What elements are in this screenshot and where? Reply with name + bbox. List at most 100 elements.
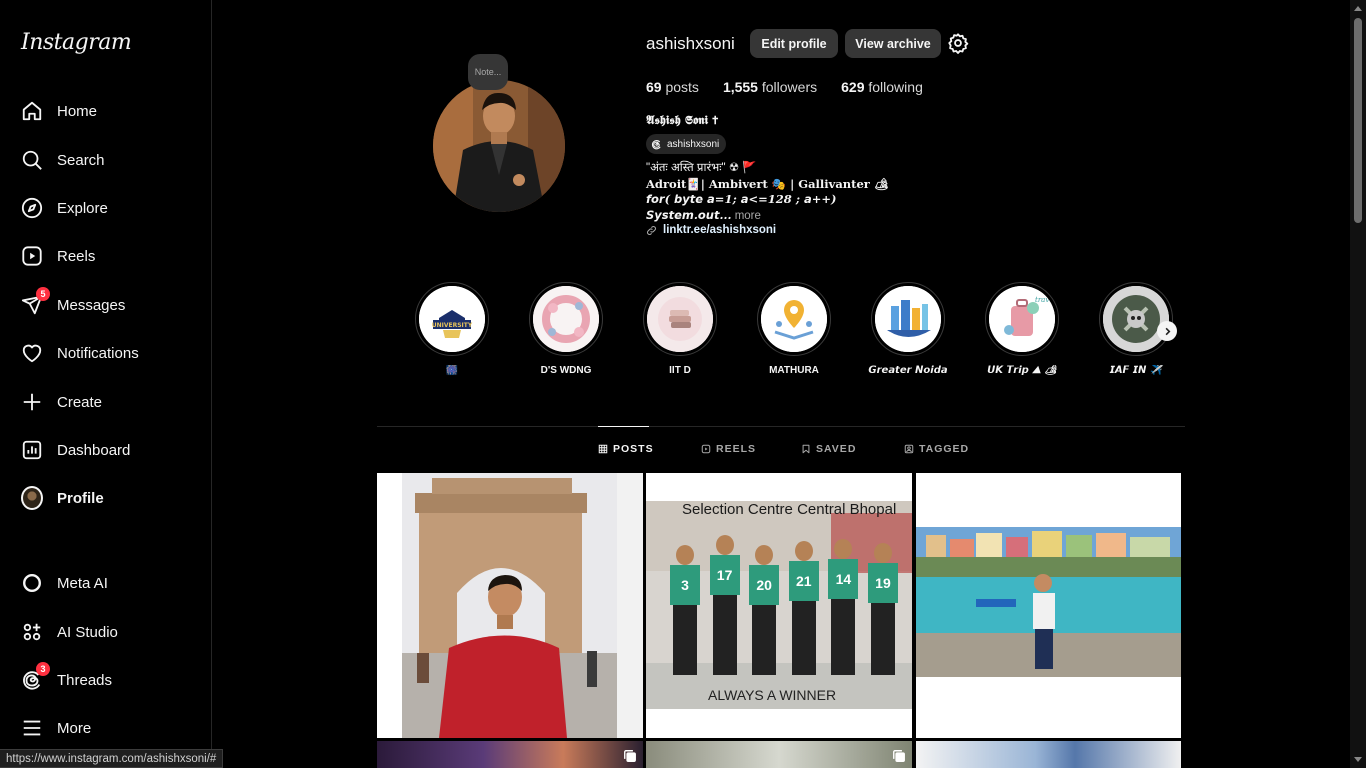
dashboard-icon bbox=[21, 439, 43, 461]
bio-line: Adroit🃏| Ambivert 🎭 | Gallivanter 🏕 bbox=[646, 176, 889, 191]
sidebar-item-label: Home bbox=[57, 102, 98, 120]
highlight-label: 𝙂𝙧𝙚𝙖𝙩𝙚𝙧 𝙉𝙤𝙞𝙙𝙖 bbox=[868, 365, 948, 376]
carousel-icon bbox=[624, 750, 636, 762]
sidebar-item-messages[interactable]: 5 Messages bbox=[10, 283, 200, 327]
post-thumbnail[interactable] bbox=[377, 473, 643, 738]
tab-label: SAVED bbox=[816, 443, 857, 455]
following-count: 629 bbox=[841, 79, 865, 95]
sidebar-item-meta-ai[interactable]: Meta AI bbox=[10, 561, 200, 605]
sidebar-item-home[interactable]: Home bbox=[10, 89, 200, 133]
threads-icon bbox=[651, 139, 661, 149]
bio-line-text: 𝙎𝙮𝙨𝙩𝙚𝙢.𝙤𝙪𝙩... bbox=[646, 208, 732, 223]
highlight-label: IIT D bbox=[669, 365, 691, 376]
cadet-number: 21 bbox=[788, 561, 819, 601]
highlights-next-button[interactable] bbox=[1157, 321, 1177, 341]
bio-more-link[interactable]: more bbox=[732, 210, 761, 222]
cadet-number: 20 bbox=[749, 565, 780, 605]
cadet-number: 3 bbox=[670, 565, 700, 605]
sidebar-item-label: Explore bbox=[57, 199, 108, 217]
sidebar-item-reels[interactable]: Reels bbox=[10, 234, 200, 278]
tab-label: TAGGED bbox=[919, 443, 970, 455]
tab-label: REELS bbox=[716, 443, 757, 455]
followers-stat[interactable]: 1,555 followers bbox=[723, 79, 817, 95]
meta-ai-icon bbox=[21, 572, 43, 594]
sidebar-item-more[interactable]: More bbox=[10, 706, 200, 750]
sidebar-item-search[interactable]: Search bbox=[10, 138, 200, 182]
threads-badge[interactable]: ashishxsoni bbox=[646, 134, 727, 154]
story-highlight[interactable]: 𝙂𝙧𝙚𝙖𝙩𝙚𝙧 𝙉𝙤𝙞𝙙𝙖 bbox=[868, 282, 948, 376]
profile-link-text: linktr.ee/ashishxsoni bbox=[663, 224, 777, 236]
settings-gear-icon[interactable] bbox=[947, 32, 969, 54]
story-highlight[interactable]: IIT D bbox=[643, 282, 717, 376]
sidebar-item-profile[interactable]: Profile bbox=[10, 476, 200, 520]
sidebar-item-create[interactable]: Create bbox=[10, 380, 200, 424]
profile-stats: 69 posts 1,555 followers 629 following bbox=[646, 79, 923, 95]
post-thumbnail[interactable] bbox=[916, 741, 1181, 768]
unread-badge: 5 bbox=[36, 287, 50, 301]
chevron-right-icon bbox=[1165, 327, 1170, 335]
grid-icon bbox=[598, 444, 608, 454]
highlight-label: 𝙄𝘼𝙁 𝙄𝙉 ✈️ bbox=[1109, 365, 1163, 376]
sidebar-item-dashboard[interactable]: Dashboard bbox=[10, 428, 200, 472]
following-label: following bbox=[864, 79, 923, 95]
page-scrollbar[interactable] bbox=[1350, 0, 1366, 768]
search-icon bbox=[21, 149, 43, 171]
ai-studio-icon bbox=[21, 621, 43, 643]
profile-link[interactable]: linktr.ee/ashishxsoni bbox=[646, 224, 776, 236]
carousel-icon bbox=[893, 750, 905, 762]
bio-line: 𝙎𝙮𝙨𝙩𝙚𝙢.𝙤𝙪𝙩... more bbox=[646, 208, 888, 225]
sidebar-item-label: Meta AI bbox=[57, 574, 108, 592]
threads-icon: 3 bbox=[21, 662, 50, 691]
scroll-up-arrow[interactable] bbox=[1354, 6, 1362, 11]
instagram-logo[interactable]: Instagram bbox=[21, 30, 132, 55]
home-icon bbox=[21, 100, 43, 122]
sidebar: Instagram Home Search Explore Reels 5 Me… bbox=[0, 0, 212, 768]
tagged-icon bbox=[904, 444, 914, 454]
posts-stat: 69 posts bbox=[646, 79, 699, 95]
threads-handle: ashishxsoni bbox=[667, 138, 720, 150]
view-archive-button[interactable]: View archive bbox=[845, 29, 941, 58]
compass-icon bbox=[21, 197, 43, 219]
post-thumbnail[interactable] bbox=[916, 473, 1181, 738]
post-thumbnail[interactable] bbox=[646, 741, 912, 768]
post-thumbnail[interactable]: Selection Centre Central Bhopal 3 17 20 … bbox=[646, 473, 912, 738]
story-highlight[interactable]: travel 𝙐𝙆 𝙏𝙧𝙞𝙥 ⛰ 🏕 bbox=[985, 282, 1059, 376]
sidebar-item-explore[interactable]: Explore bbox=[10, 186, 200, 230]
link-status-bar: https://www.instagram.com/ashishxsoni/# bbox=[0, 749, 224, 768]
link-icon bbox=[647, 225, 656, 235]
sidebar-item-label: Search bbox=[57, 151, 105, 169]
tab-reels[interactable]: REELS bbox=[701, 443, 756, 455]
highlight-label: 🎆 bbox=[445, 365, 459, 376]
sidebar-item-label: More bbox=[57, 719, 92, 737]
profile-picture[interactable] bbox=[433, 80, 565, 212]
sidebar-item-notifications[interactable]: Notifications bbox=[10, 331, 200, 375]
plus-icon bbox=[21, 391, 43, 413]
cadet-group: 3 17 20 21 14 19 bbox=[668, 535, 900, 683]
tab-posts[interactable]: POSTS bbox=[598, 443, 654, 455]
following-stat[interactable]: 629 following bbox=[841, 79, 923, 95]
svg-text:UNIVERSITY: UNIVERSITY bbox=[432, 322, 473, 329]
tab-label: POSTS bbox=[613, 443, 654, 455]
profile-full-name: 𝕬𝖘𝖍𝖎𝖘𝖍 𝕾𝖔𝖓𝖎 ✝ bbox=[646, 113, 719, 127]
story-highlight[interactable]: MATHURA bbox=[757, 282, 831, 376]
edit-profile-button[interactable]: Edit profile bbox=[750, 29, 838, 58]
scroll-down-arrow[interactable] bbox=[1354, 757, 1362, 762]
story-highlight[interactable]: D'S WDNG bbox=[529, 282, 603, 376]
tab-saved[interactable]: SAVED bbox=[801, 443, 856, 455]
story-highlight[interactable]: UNIVERSITY 🎆 bbox=[415, 282, 489, 376]
scroll-thumb[interactable] bbox=[1354, 18, 1362, 223]
sidebar-item-label: Messages bbox=[57, 296, 126, 314]
cadet-number: 19 bbox=[867, 563, 898, 603]
sidebar-item-label: Create bbox=[57, 393, 103, 411]
posts-count: 69 bbox=[646, 79, 662, 95]
post-thumbnail[interactable] bbox=[377, 741, 643, 768]
profile-bio: "अंतः अस्ति प्रारंभः" ☢ 🚩 Adroit🃏| Ambiv… bbox=[646, 161, 888, 225]
tab-tagged[interactable]: TAGGED bbox=[904, 443, 969, 455]
sidebar-item-ai-studio[interactable]: AI Studio bbox=[10, 610, 200, 654]
sidebar-item-label: Profile bbox=[57, 489, 104, 507]
sidebar-item-threads[interactable]: 3 Threads bbox=[10, 658, 200, 702]
highlight-label: D'S WDNG bbox=[540, 365, 592, 376]
profile-username: ashishxsoni bbox=[646, 34, 735, 53]
followers-label: followers bbox=[757, 79, 818, 95]
note-bubble[interactable]: Note... bbox=[468, 54, 508, 90]
